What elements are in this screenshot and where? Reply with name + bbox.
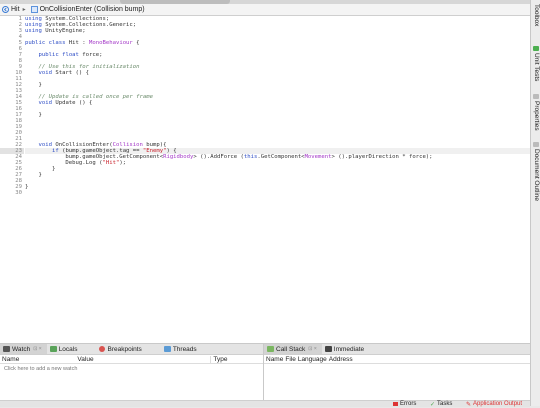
close-icon[interactable]: ⊡ × [33, 346, 42, 352]
error-icon [393, 402, 398, 406]
application-output-button[interactable]: ✎ Application Output [466, 401, 522, 408]
debug-pads: Watch ⊡ × Locals Breakpoints Threads Nam… [0, 343, 530, 401]
nav-back-icon[interactable] [2, 6, 9, 13]
column-type[interactable]: Type [210, 355, 263, 363]
column-value[interactable]: Value [75, 356, 210, 363]
unit-tests-tab[interactable]: Unit Tests [531, 46, 540, 92]
toolbox-tab[interactable]: Toolbox [531, 4, 540, 44]
watch-pad: Watch ⊡ × Locals Breakpoints Threads Nam… [0, 344, 264, 401]
document-outline-icon [533, 142, 539, 147]
column-address[interactable]: Address [327, 356, 353, 363]
tab-watch[interactable]: Watch ⊡ × [0, 344, 47, 354]
code-area[interactable]: using System.Collections; using System.Co… [25, 16, 530, 196]
code-editor[interactable]: 1 2 3 4 5 6 7 8 9 10 11 12 13 14 15 16 17 18 19 20 21 22 23 24 2… [0, 16, 530, 343]
breadcrumb: Hit ▸ OnCollisionEnter (Collision bump) [0, 4, 530, 16]
tab-call-stack[interactable]: Call Stack ⊡ × [264, 344, 322, 354]
column-language[interactable]: Language [296, 356, 327, 363]
terminal-icon [324, 346, 332, 352]
errors-button[interactable]: Errors [393, 401, 416, 407]
tab-breakpoints[interactable]: Breakpoints [96, 344, 146, 354]
column-name[interactable]: Name [0, 356, 75, 363]
method-icon [30, 6, 38, 13]
threads-icon [163, 346, 171, 352]
add-watch-hint[interactable]: Click here to add a new watch [0, 364, 263, 374]
locals-icon [49, 346, 57, 352]
call-stack-column-headers: Name File Language Address [264, 355, 530, 364]
output-icon: ✎ [466, 401, 472, 408]
tasks-icon: ✓ [430, 401, 436, 408]
properties-icon [533, 94, 539, 99]
tab-threads[interactable]: Threads [161, 344, 202, 354]
tab-immediate[interactable]: Immediate [322, 344, 369, 354]
breadcrumb-method[interactable]: OnCollisionEnter (Collision bump) [40, 6, 145, 13]
right-dock-sidebar: Toolbox Unit Tests Properties Document O… [530, 0, 540, 406]
watch-pad-tabs: Watch ⊡ × Locals Breakpoints Threads [0, 344, 263, 355]
close-icon[interactable]: ⊡ × [308, 346, 317, 352]
watch-column-headers: Name Value Type [0, 355, 263, 364]
breakpoint-icon [99, 346, 106, 352]
call-stack-pad-tabs: Call Stack ⊡ × Immediate [264, 344, 530, 355]
document-outline-tab[interactable]: Document Outline [531, 142, 540, 212]
column-name[interactable]: Name [264, 356, 283, 363]
call-stack-pad: Call Stack ⊡ × Immediate Name File Langu… [264, 344, 530, 401]
properties-tab[interactable]: Properties [531, 94, 540, 140]
code-line[interactable] [25, 190, 530, 196]
column-file[interactable]: File [283, 356, 295, 363]
unit-tests-icon [533, 46, 539, 51]
tab-locals[interactable]: Locals [47, 344, 83, 354]
line-number-gutter: 1 2 3 4 5 6 7 8 9 10 11 12 13 14 15 16 17 18 19 20 21 22 23 24 2… [0, 16, 24, 343]
binoculars-icon [3, 346, 10, 352]
line-number: 30 [15, 190, 22, 197]
breadcrumb-class[interactable]: Hit [11, 6, 20, 13]
tasks-button[interactable]: ✓ Tasks [430, 401, 452, 408]
call-stack-icon [267, 346, 274, 352]
breadcrumb-separator-icon: ▸ [22, 7, 26, 13]
